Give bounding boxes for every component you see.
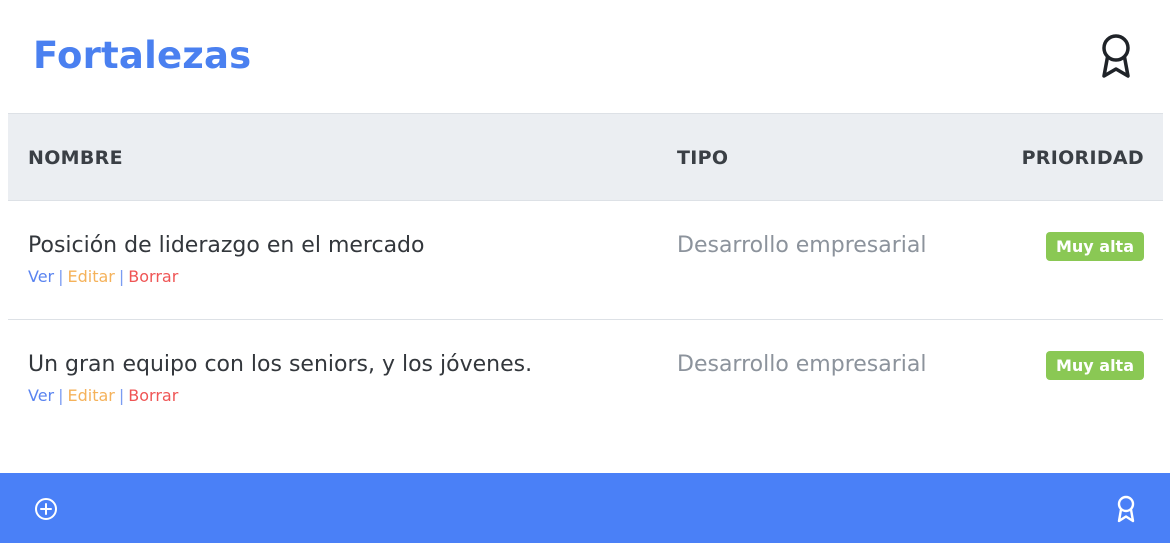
card-footer [0, 473, 1170, 543]
edit-link[interactable]: Editar [68, 386, 115, 405]
row-name: Un gran equipo con los seniors, y los jó… [28, 352, 533, 377]
page-title: Fortalezas [33, 34, 252, 77]
action-separator: | [118, 267, 125, 286]
row-type: Desarrollo empresarial [677, 352, 927, 377]
delete-link[interactable]: Borrar [128, 386, 178, 405]
row-actions: Ver | Editar | Borrar [28, 386, 178, 405]
column-header-tipo[interactable]: TIPO [677, 147, 728, 169]
column-header-prioridad[interactable]: PRIORIDAD [1022, 147, 1144, 169]
action-separator: | [58, 386, 64, 405]
award-icon [1102, 34, 1130, 78]
table-row: Posición de liderazgo en el mercado Ver |… [8, 201, 1163, 320]
award-icon [1117, 495, 1135, 523]
column-header-nombre[interactable]: NOMBRE [28, 147, 123, 169]
priority-badge: Muy alta [1045, 351, 1144, 380]
action-separator: | [118, 386, 125, 405]
priority-badge: Muy alta [1045, 232, 1144, 261]
table-header: NOMBRE TIPO PRIORIDAD [8, 113, 1163, 201]
row-actions: Ver | Editar | Borrar [28, 267, 178, 286]
delete-link[interactable]: Borrar [128, 267, 178, 286]
view-link[interactable]: Ver [28, 386, 54, 405]
table-row: Un gran equipo con los seniors, y los jó… [8, 320, 1163, 439]
plus-circle-icon[interactable] [34, 497, 58, 521]
action-separator: | [58, 267, 64, 286]
card-header: Fortalezas [0, 0, 1170, 113]
view-link[interactable]: Ver [28, 267, 54, 286]
row-name: Posición de liderazgo en el mercado [28, 233, 425, 258]
edit-link[interactable]: Editar [68, 267, 115, 286]
row-type: Desarrollo empresarial [677, 233, 927, 258]
